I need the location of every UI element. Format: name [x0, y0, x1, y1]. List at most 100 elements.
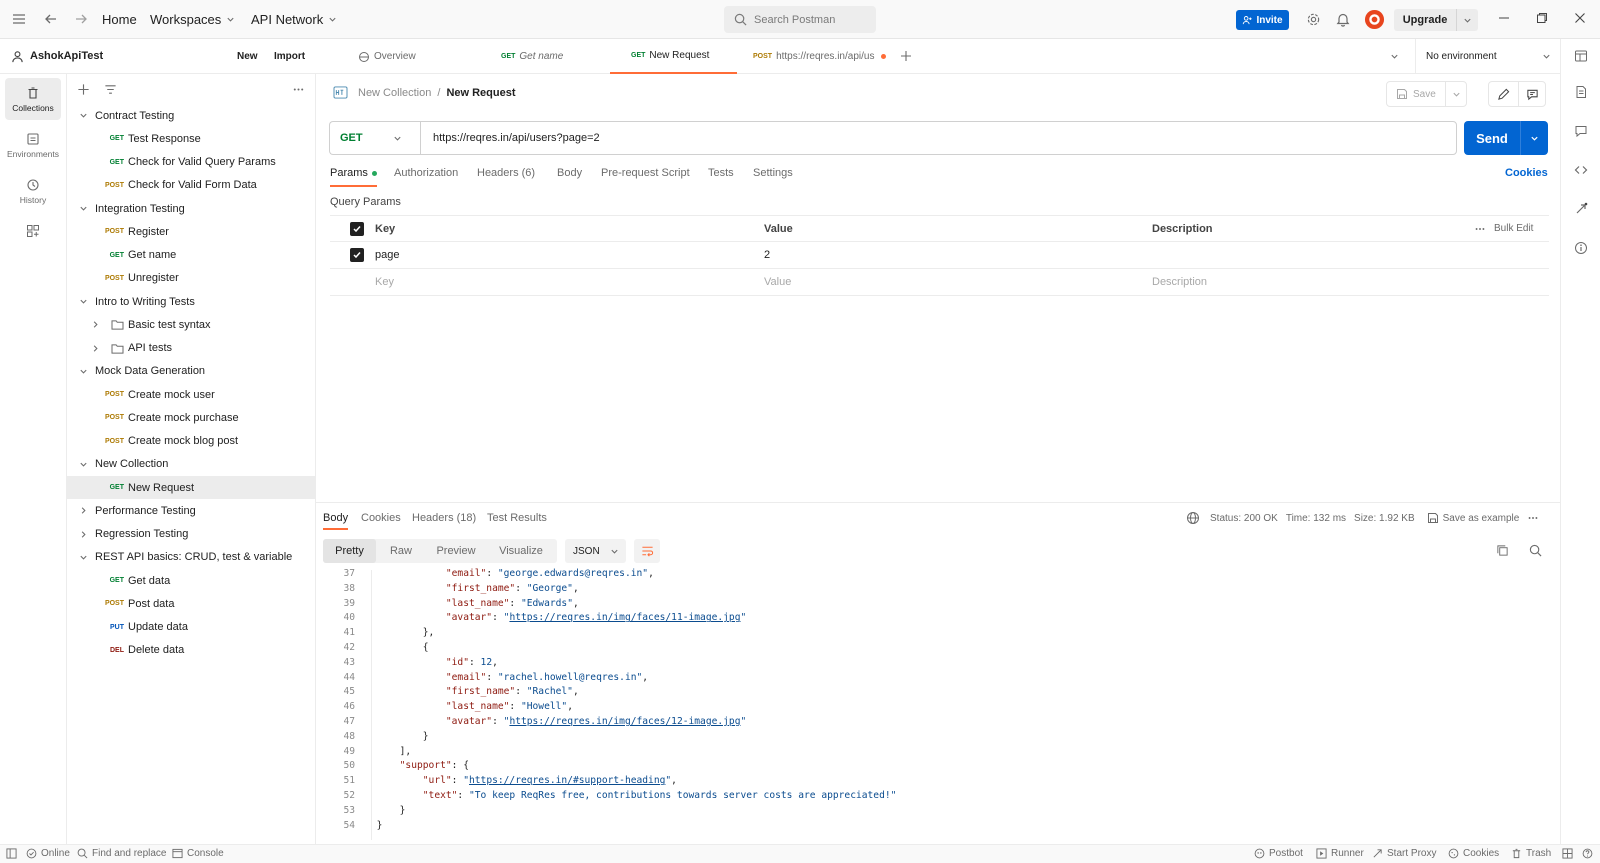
- search-icon[interactable]: [1529, 544, 1542, 557]
- param-key[interactable]: page: [375, 249, 399, 261]
- tab-body[interactable]: Body: [557, 167, 582, 179]
- rail-item-environments[interactable]: Environments: [5, 124, 61, 166]
- find-replace-button[interactable]: Find and replace: [77, 848, 167, 859]
- filter-icon[interactable]: [104, 83, 117, 96]
- tab-get-name[interactable]: GET Get name: [501, 39, 563, 74]
- upgrade-button[interactable]: Upgrade: [1394, 9, 1478, 31]
- tab-settings[interactable]: Settings: [753, 167, 793, 179]
- comments-icon[interactable]: [1574, 124, 1588, 138]
- chevron-right-icon[interactable]: [91, 344, 111, 353]
- tree-folder[interactable]: Intro to Writing Tests: [67, 290, 316, 313]
- bulk-edit-button[interactable]: Bulk Edit: [1494, 223, 1533, 234]
- tree-request[interactable]: GET Check for Valid Query Params: [67, 151, 316, 174]
- tree-folder[interactable]: REST API basics: CRUD, test & variable: [67, 546, 316, 569]
- api-network-menu[interactable]: API Network: [251, 12, 337, 27]
- format-pretty[interactable]: Pretty: [323, 539, 376, 563]
- tree-request[interactable]: GET Get data: [67, 569, 316, 592]
- online-status[interactable]: Online: [26, 848, 70, 859]
- forward-arrow-icon[interactable]: [74, 12, 88, 26]
- help-icon[interactable]: [1582, 848, 1593, 859]
- tree-folder[interactable]: Mock Data Generation: [67, 360, 316, 383]
- breadcrumb-request[interactable]: New Request: [446, 87, 515, 99]
- tree-subfolder[interactable]: Basic test syntax: [67, 313, 316, 336]
- tab-overview[interactable]: Overview: [358, 39, 416, 74]
- back-arrow-icon[interactable]: [44, 12, 58, 26]
- tree-folder[interactable]: Performance Testing: [67, 499, 316, 522]
- tab-authorization[interactable]: Authorization: [394, 167, 458, 179]
- tree-request[interactable]: GET Get name: [67, 244, 316, 267]
- param-enabled-checkbox[interactable]: [350, 248, 364, 262]
- invite-button[interactable]: Invite: [1236, 10, 1289, 30]
- chevron-down-icon[interactable]: [1446, 90, 1466, 99]
- trash-button[interactable]: Trash: [1511, 848, 1551, 859]
- tree-subfolder[interactable]: API tests: [67, 337, 316, 360]
- pencil-edit-icon[interactable]: [1489, 88, 1518, 101]
- code-link[interactable]: https://reqres.in/img/faces/12-image.jpg: [509, 716, 740, 727]
- layout-icon[interactable]: [1562, 848, 1573, 859]
- start-proxy-button[interactable]: Start Proxy: [1372, 848, 1436, 859]
- user-avatar[interactable]: [1364, 9, 1385, 30]
- workspaces-menu[interactable]: Workspaces: [150, 12, 235, 27]
- tree-request[interactable]: POST Unregister: [67, 267, 316, 290]
- tab-params[interactable]: Params: [330, 167, 377, 187]
- response-tab-headers[interactable]: Headers (18): [412, 512, 476, 524]
- tab-post-users[interactable]: POST https://reqres.in/api/us: [753, 39, 887, 74]
- chevron-down-icon[interactable]: [79, 111, 95, 120]
- copy-icon[interactable]: [1496, 544, 1509, 557]
- send-button[interactable]: Send: [1464, 121, 1548, 155]
- code-icon[interactable]: [1574, 163, 1588, 177]
- method-select[interactable]: GET: [329, 121, 420, 155]
- tree-request[interactable]: GET New Request: [67, 476, 316, 499]
- breadcrumb-collection[interactable]: New Collection: [358, 87, 431, 99]
- chevron-right-icon[interactable]: [91, 320, 111, 329]
- response-tab-cookies[interactable]: Cookies: [361, 512, 401, 524]
- tree-folder[interactable]: Contract Testing: [67, 104, 316, 127]
- menu-icon[interactable]: [12, 12, 26, 26]
- documentation-icon[interactable]: [1574, 85, 1588, 99]
- home-link[interactable]: Home: [102, 12, 137, 27]
- param-value[interactable]: 2: [764, 249, 770, 261]
- tree-folder[interactable]: Regression Testing: [67, 523, 316, 546]
- close-icon[interactable]: [1574, 12, 1586, 24]
- chevron-right-icon[interactable]: [79, 506, 95, 515]
- value-placeholder[interactable]: Value: [764, 276, 791, 288]
- rail-item-history[interactable]: History: [5, 170, 61, 212]
- tree-folder[interactable]: New Collection: [67, 453, 316, 476]
- environment-selector[interactable]: No environment: [1415, 39, 1561, 74]
- tree-request[interactable]: DEL Delete data: [67, 639, 316, 662]
- response-time[interactable]: Time: 132 ms: [1286, 513, 1346, 524]
- url-input[interactable]: https://reqres.in/api/users?page=2: [420, 121, 1457, 155]
- info-icon[interactable]: [1574, 241, 1588, 255]
- chevron-down-icon[interactable]: [1521, 134, 1548, 143]
- format-visualize[interactable]: Visualize: [486, 545, 556, 557]
- rail-item-configure[interactable]: [5, 216, 61, 246]
- tree-request[interactable]: POST Create mock blog post: [67, 430, 316, 453]
- tree-request[interactable]: POST Post data: [67, 592, 316, 615]
- postbot-button[interactable]: Postbot: [1254, 848, 1303, 859]
- language-select[interactable]: JSON: [565, 539, 626, 563]
- tab-pre-request-script[interactable]: Pre-request Script: [601, 167, 690, 179]
- rail-item-collections[interactable]: Collections: [5, 78, 61, 120]
- new-tab-plus-icon[interactable]: [900, 50, 912, 62]
- minimize-icon[interactable]: [1498, 12, 1510, 24]
- code-link[interactable]: https://reqres.in/#support-heading: [469, 775, 665, 786]
- tree-request[interactable]: POST Create mock purchase: [67, 406, 316, 429]
- more-options-icon[interactable]: [1474, 223, 1486, 235]
- select-all-checkbox[interactable]: [350, 221, 364, 236]
- format-raw[interactable]: Raw: [376, 545, 426, 557]
- related-collections-icon[interactable]: [1574, 202, 1588, 216]
- wrap-lines-icon[interactable]: [634, 539, 660, 563]
- response-tab-test-results[interactable]: Test Results: [487, 512, 547, 524]
- chevron-down-icon[interactable]: [79, 460, 95, 469]
- tab-tests[interactable]: Tests: [708, 167, 734, 179]
- new-button[interactable]: New: [237, 51, 258, 62]
- code-link[interactable]: https://reqres.in/img/faces/11-image.jpg: [509, 612, 740, 623]
- settings-gear-icon[interactable]: [1306, 12, 1321, 27]
- description-placeholder[interactable]: Description: [1152, 276, 1207, 288]
- cookies-link[interactable]: Cookies: [1505, 167, 1548, 179]
- cookies-button[interactable]: Cookies: [1448, 848, 1499, 859]
- environment-quick-look-icon[interactable]: [1574, 49, 1588, 63]
- tree-request[interactable]: GET Test Response: [67, 127, 316, 150]
- tab-new-request[interactable]: GET New Request: [610, 39, 737, 74]
- save-button[interactable]: Save: [1386, 81, 1467, 107]
